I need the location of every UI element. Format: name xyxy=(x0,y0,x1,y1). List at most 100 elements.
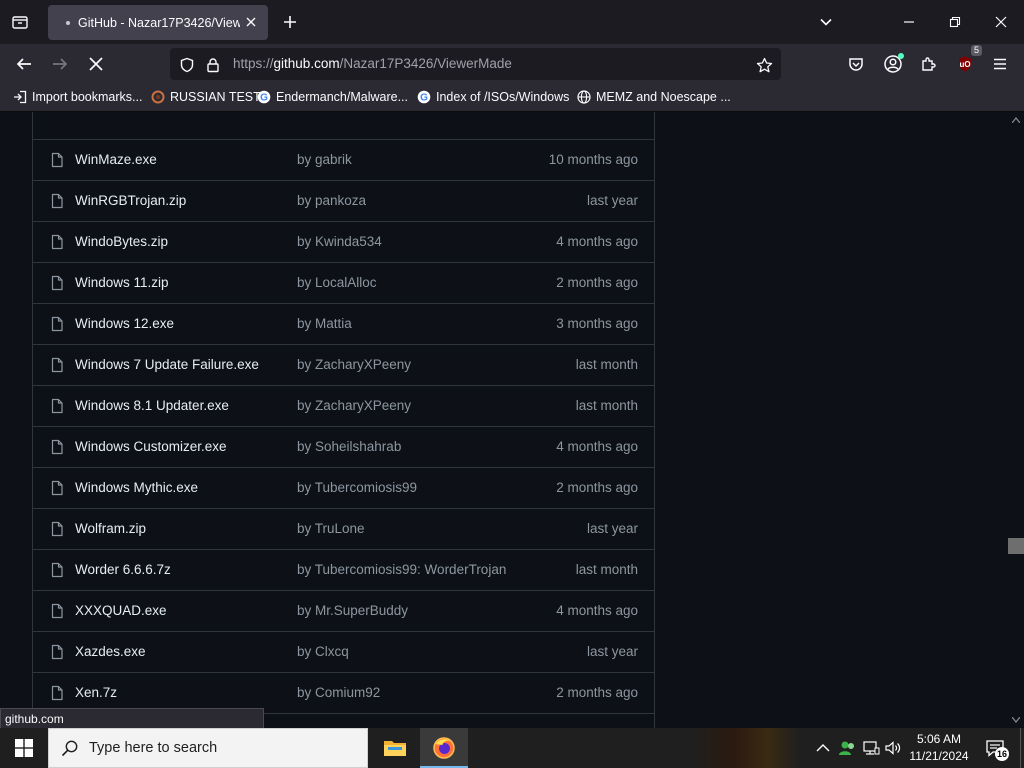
file-commit-message[interactable]: by ZacharyXPeeny xyxy=(297,398,411,413)
minimize-button[interactable] xyxy=(897,10,921,34)
file-name-link[interactable]: Xazdes.exe xyxy=(75,644,146,659)
windows-taskbar: Type here to search 5:06 AM 11/21/2024 1… xyxy=(0,728,1024,768)
new-tab-button[interactable] xyxy=(278,10,302,34)
scroll-down-arrow-icon[interactable] xyxy=(1012,716,1020,724)
file-name-link[interactable]: Xen.7z xyxy=(75,685,117,700)
tracking-protection-shield-icon[interactable] xyxy=(178,56,196,74)
url-bar[interactable]: https://github.com/Nazar17P3426/ViewerMa… xyxy=(170,48,781,80)
page-scrollbar[interactable] xyxy=(1008,112,1024,728)
file-row[interactable]: Windows 12.exe by Mattia 3 months ago xyxy=(33,303,654,344)
file-name-link[interactable]: Windows Mythic.exe xyxy=(75,480,198,495)
file-icon xyxy=(49,685,65,701)
file-name-link[interactable]: Windows 12.exe xyxy=(75,316,174,331)
url-text[interactable]: https://github.com/Nazar17P3426/ViewerMa… xyxy=(233,56,512,71)
file-row[interactable] xyxy=(33,112,654,139)
file-commit-message[interactable]: by TruLone xyxy=(297,521,365,536)
file-commit-message[interactable]: by Tubercomiosis99 xyxy=(297,480,417,495)
taskbar-file-explorer[interactable] xyxy=(371,728,419,768)
taskbar-firefox[interactable] xyxy=(420,728,468,768)
google-icon: G xyxy=(256,89,272,105)
file-commit-message[interactable]: by ZacharyXPeeny xyxy=(297,357,411,372)
file-commit-message[interactable]: by Mattia xyxy=(297,316,352,331)
loading-dot-icon xyxy=(66,20,70,25)
file-row[interactable]: WindoBytes.zip by Kwinda534 4 months ago xyxy=(33,221,654,262)
file-commit-message[interactable]: by Clxcq xyxy=(297,644,349,659)
file-row[interactable]: WinRGBTrojan.zip by pankoza last year xyxy=(33,180,654,221)
file-commit-message[interactable]: by Mr.SuperBuddy xyxy=(297,603,408,618)
file-name-link[interactable]: Windows 11.zip xyxy=(75,275,169,290)
file-commit-message[interactable]: by Comium92 xyxy=(297,685,380,700)
restore-button[interactable] xyxy=(943,10,967,34)
file-commit-message[interactable]: by LocalAlloc xyxy=(297,275,377,290)
file-commit-message[interactable]: by Tubercomiosis99: WorderTrojan xyxy=(297,562,506,577)
file-explorer-icon xyxy=(384,741,406,756)
account-button[interactable] xyxy=(881,52,905,76)
stop-loading-button[interactable] xyxy=(84,52,108,76)
bookmark-star-icon[interactable] xyxy=(755,56,773,74)
file-commit-time: last year xyxy=(586,521,638,536)
back-button[interactable] xyxy=(12,52,36,76)
volume-icon[interactable] xyxy=(884,739,902,757)
taskbar-search-box[interactable]: Type here to search xyxy=(48,728,368,768)
lock-icon[interactable] xyxy=(204,56,222,74)
file-row[interactable]: Xen.7z by Comium92 2 months ago xyxy=(33,672,654,713)
bookmark-item-memz[interactable]: MEMZ and Noescape ... xyxy=(576,89,731,105)
plus-icon xyxy=(284,16,296,28)
file-commit-message[interactable]: by Kwinda534 xyxy=(297,234,382,249)
close-window-button[interactable] xyxy=(989,10,1013,34)
file-name-link[interactable]: Wolfram.zip xyxy=(75,521,146,536)
file-row[interactable]: Wolfram.zip by TruLone last year xyxy=(33,508,654,549)
bookmark-label: MEMZ and Noescape ... xyxy=(596,90,731,104)
show-hidden-icons-chevron-up-icon[interactable] xyxy=(814,739,832,757)
url-domain: github.com xyxy=(273,56,340,71)
show-desktop-button[interactable] xyxy=(1020,728,1024,768)
svg-text:G: G xyxy=(260,93,268,104)
forward-button[interactable] xyxy=(48,52,72,76)
file-row[interactable]: XXXQUAD.exe by Mr.SuperBuddy 4 months ago xyxy=(33,590,654,631)
file-name-link[interactable]: WinMaze.exe xyxy=(75,152,157,167)
file-icon xyxy=(49,152,65,168)
scroll-up-arrow-icon[interactable] xyxy=(1012,116,1020,124)
file-row[interactable]: Xazdes.exe by Clxcq last year xyxy=(33,631,654,672)
url-scheme: https:// xyxy=(233,56,274,71)
file-name-link[interactable]: WinRGBTrojan.zip xyxy=(75,193,186,208)
bookmark-item-endermanch[interactable]: G Endermanch/Malware... xyxy=(256,89,408,105)
app-menu-button[interactable] xyxy=(988,52,1012,76)
file-row[interactable]: Windows Mythic.exe by Tubercomiosis99 2 mo… xyxy=(33,467,654,508)
user-tray-icon[interactable] xyxy=(838,739,856,757)
ublock-badge: 5 xyxy=(970,45,982,56)
file-commit-message[interactable]: by Soheilshahrab xyxy=(297,439,401,454)
file-row[interactable]: Worder 6.6.6.7z by Tubercomiosis99: Worde… xyxy=(33,549,654,590)
file-commit-message[interactable]: by pankoza xyxy=(297,193,366,208)
scrollbar-thumb[interactable] xyxy=(1008,538,1024,554)
network-icon[interactable] xyxy=(862,739,880,757)
extensions-button[interactable] xyxy=(917,52,941,76)
bookmark-item-import[interactable]: Import bookmarks... xyxy=(12,89,142,105)
file-row[interactable]: Windows 7 Update Failure.exe by ZacharyXP… xyxy=(33,344,654,385)
file-name-link[interactable]: WindoBytes.zip xyxy=(75,234,168,249)
tab-close-button[interactable] xyxy=(242,13,260,31)
file-commit-message[interactable]: by gabrik xyxy=(297,152,352,167)
tab-title: GitHub - Nazar17P3426/ViewerMade xyxy=(78,15,240,30)
file-commit-time: last year xyxy=(586,193,638,208)
file-name-link[interactable]: Windows 8.1 Updater.exe xyxy=(75,398,229,413)
file-row[interactable]: WinMaze.exe by gabrik 10 months ago xyxy=(33,139,654,180)
file-name-link[interactable]: Windows 7 Update Failure.exe xyxy=(75,357,259,372)
navigation-toolbar: https://github.com/Nazar17P3426/ViewerMa… xyxy=(0,44,1024,84)
file-name-link[interactable]: Worder 6.6.6.7z xyxy=(75,562,171,577)
tab-list-button[interactable] xyxy=(8,10,32,34)
system-clock[interactable]: 5:06 AM 11/21/2024 xyxy=(906,731,972,765)
file-row[interactable]: Windows Customizer.exe by Soheilshahrab 4 … xyxy=(33,426,654,467)
start-button[interactable] xyxy=(0,728,48,768)
file-name-link[interactable]: Windows Customizer.exe xyxy=(75,439,227,454)
bookmark-item-russian-test[interactable]: RUSSIAN TEST xyxy=(150,89,261,105)
file-row[interactable]: Windows 11.zip by LocalAlloc 2 months ago xyxy=(33,262,654,303)
file-row[interactable]: Windows 8.1 Updater.exe by ZacharyXPeeny l… xyxy=(33,385,654,426)
bookmark-item-isos[interactable]: G Index of /ISOs/Windows xyxy=(416,89,569,105)
tab-github[interactable]: GitHub - Nazar17P3426/ViewerMade xyxy=(48,5,268,40)
ublock-origin-button[interactable]: uO 5 xyxy=(953,45,982,76)
pocket-button[interactable] xyxy=(844,52,868,76)
list-all-tabs-button[interactable] xyxy=(814,10,838,34)
file-name-link[interactable]: XXXQUAD.exe xyxy=(75,603,167,618)
action-center-button[interactable]: 16 xyxy=(980,736,1010,761)
